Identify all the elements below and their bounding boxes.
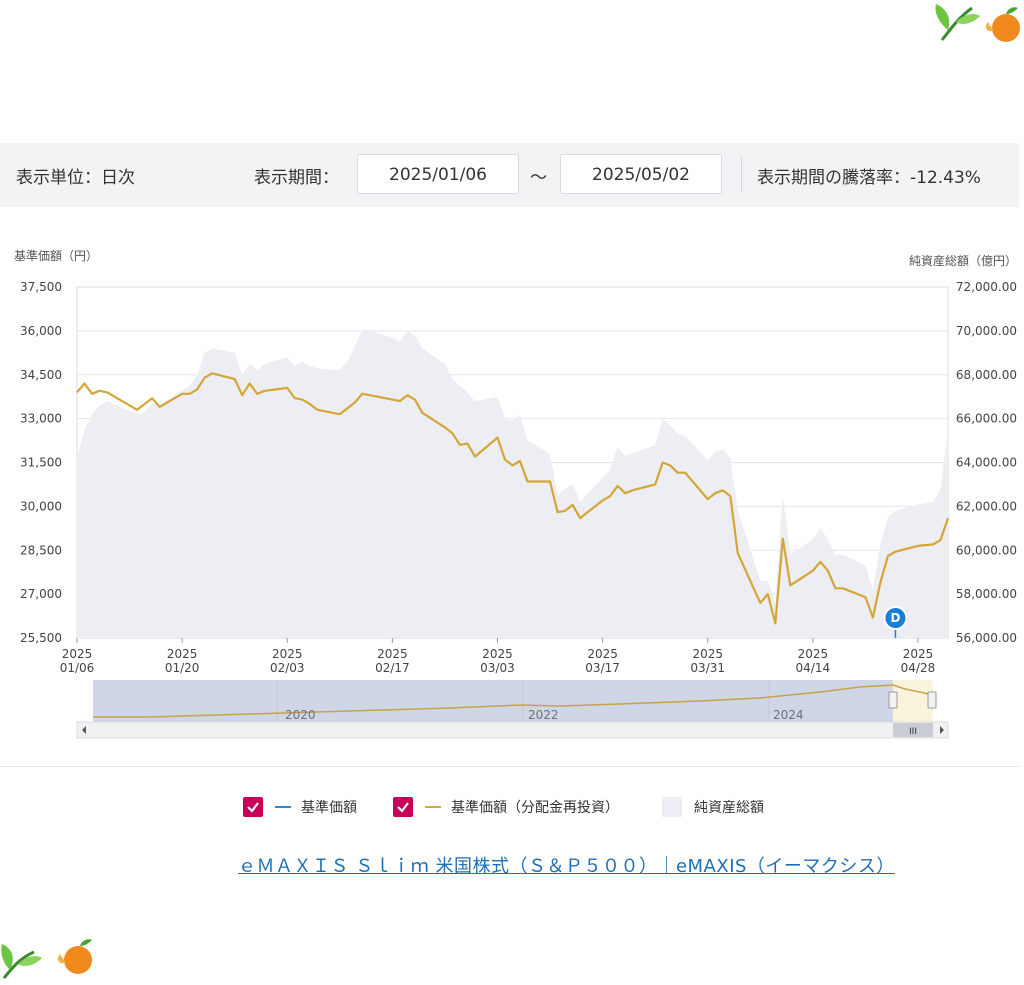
navigator-handle[interactable] xyxy=(927,691,937,709)
x-tick-date: 01/20 xyxy=(165,661,200,675)
x-tick-year: 2025 xyxy=(587,647,618,661)
y-tick-label: 30,000 xyxy=(20,499,62,513)
display-controls-bar: 表示単位：日次 表示期間： 2025/01/06 ～ 2025/05/02 表示… xyxy=(0,143,1019,207)
y-tick-label: 27,000 xyxy=(20,587,62,601)
navigator-year-label: 2024 xyxy=(773,708,804,722)
x-tick-date: 01/06 xyxy=(60,661,95,675)
x-tick-date: 03/03 xyxy=(480,661,515,675)
x-axis: 202501/06202501/20202502/03202502/172025… xyxy=(60,638,936,675)
y-right-tick-label: 64,000.00 xyxy=(956,456,1017,470)
legend-item-price[interactable]: 基準価額 xyxy=(243,797,357,817)
y-axis-right-title: 純資産総額（億円） xyxy=(909,253,1017,268)
x-tick-year: 2025 xyxy=(798,647,829,661)
legend-item-net-assets[interactable]: 純資産総額 xyxy=(662,797,764,817)
legend-swatch xyxy=(662,797,682,817)
navigator-year-label: 2020 xyxy=(285,708,316,722)
legend-label: 純資産総額 xyxy=(694,800,764,816)
leaf-orange-decoration-icon xyxy=(1,939,92,979)
y-right-tick-label: 72,000.00 xyxy=(956,280,1017,294)
y-tick-label: 28,500 xyxy=(20,543,62,557)
range-navigator[interactable]: 2020 2022 2024 III xyxy=(76,680,949,739)
marker-label: D xyxy=(890,611,900,625)
checkbox-checked-icon[interactable] xyxy=(243,797,263,817)
leaf-orange-decoration-icon xyxy=(935,4,1020,42)
checkbox-checked-icon[interactable] xyxy=(393,797,413,817)
x-tick-year: 2025 xyxy=(377,647,408,661)
y-right-tick-label: 70,000.00 xyxy=(956,324,1017,338)
display-unit-label: 表示単位：日次 xyxy=(16,168,135,188)
navigator-handle[interactable] xyxy=(888,691,898,709)
legend-swatch xyxy=(275,806,291,808)
scrollbar-track xyxy=(76,721,949,739)
legend-label: 基準価額 xyxy=(301,800,357,816)
source-link[interactable]: ｅＭＡＸＩＳ Ｓｌｉｍ 米国株式（Ｓ＆Ｐ５００）｜eMAXIS（イーマクシス） xyxy=(238,852,895,878)
scrollbar-grip-icon: III xyxy=(909,727,917,737)
y-tick-label: 37,500 xyxy=(20,280,62,294)
x-tick-date: 03/31 xyxy=(690,661,725,675)
date-range-separator: ～ xyxy=(530,168,547,188)
start-date-input[interactable]: 2025/01/06 xyxy=(357,154,519,194)
x-tick-year: 2025 xyxy=(167,647,198,661)
x-tick-year: 2025 xyxy=(62,647,93,661)
x-tick-date: 02/17 xyxy=(375,661,410,675)
y-tick-label: 36,000 xyxy=(20,324,62,338)
navigator-year-label: 2022 xyxy=(528,708,559,722)
legend-swatch xyxy=(425,806,441,808)
x-tick-year: 2025 xyxy=(903,647,934,661)
display-period-label: 表示期間： xyxy=(254,168,339,188)
legend-label: 基準価額（分配金再投資） xyxy=(451,800,619,816)
legend-item-price-reinvested[interactable]: 基準価額（分配金再投資） xyxy=(393,797,619,817)
divider xyxy=(741,157,742,193)
y-right-tick-label: 66,000.00 xyxy=(956,412,1017,426)
x-tick-year: 2025 xyxy=(692,647,723,661)
y-tick-label: 25,500 xyxy=(20,631,62,645)
x-tick-date: 03/17 xyxy=(585,661,620,675)
y-right-tick-label: 62,000.00 xyxy=(956,499,1017,513)
period-change-rate: 表示期間の騰落率：-12.43% xyxy=(757,168,981,188)
y-axis-right: 72,000.00 70,000.00 68,000.00 66,000.00 64,0… xyxy=(956,280,1017,645)
y-right-tick-label: 56,000.00 xyxy=(956,631,1017,645)
y-axis-left-title: 基準価額（円） xyxy=(14,248,98,263)
y-axis-left: 37,500 36,000 34,500 33,000 31,500 30,000 28,5… xyxy=(20,280,62,645)
x-tick-year: 2025 xyxy=(272,647,303,661)
y-right-tick-label: 58,000.00 xyxy=(956,587,1017,601)
y-tick-label: 34,500 xyxy=(20,368,62,382)
end-date-input[interactable]: 2025/05/02 xyxy=(560,154,722,194)
x-tick-year: 2025 xyxy=(482,647,513,661)
price-chart: 基準価額（円） 純資産総額（億円） 37,500 36,000 34,500 33,0… xyxy=(14,248,1017,739)
legend: 基準価額 基準価額（分配金再投資） 純資産総額 xyxy=(0,766,1019,843)
y-right-tick-label: 68,000.00 xyxy=(956,368,1017,382)
y-tick-label: 33,000 xyxy=(20,412,62,426)
y-right-tick-label: 60,000.00 xyxy=(956,543,1017,557)
x-tick-date: 04/14 xyxy=(796,661,831,675)
x-tick-date: 02/03 xyxy=(270,661,305,675)
y-tick-label: 31,500 xyxy=(20,456,62,470)
x-tick-date: 04/28 xyxy=(901,661,936,675)
